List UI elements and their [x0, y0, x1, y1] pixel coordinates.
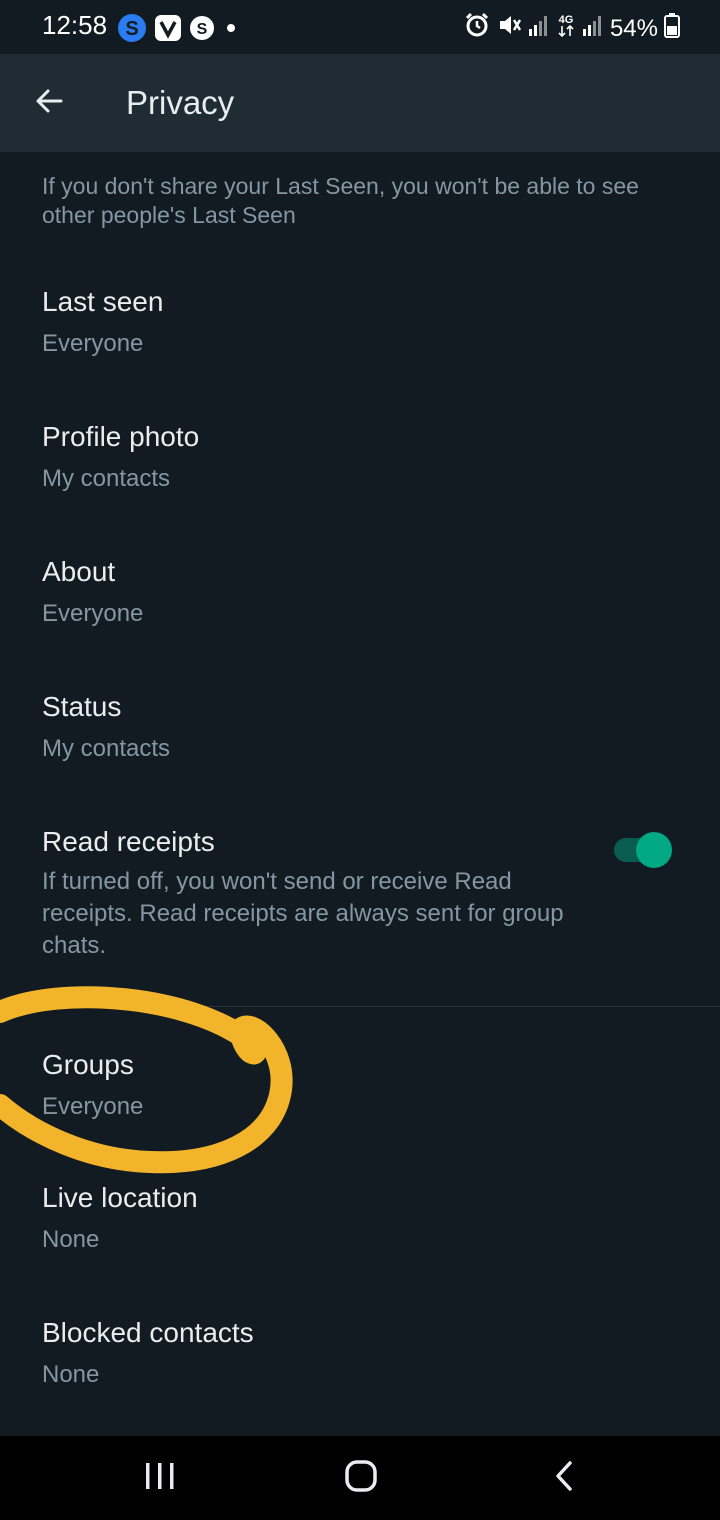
setting-value: My contacts — [42, 735, 171, 762]
4g-icon: 4G — [556, 12, 576, 45]
svg-text:S: S — [197, 21, 208, 38]
setting-about[interactable]: About Everyone — [0, 522, 720, 657]
setting-label: Live location — [42, 1182, 198, 1213]
v-app-icon — [154, 14, 182, 47]
setting-live-location[interactable]: Live location None — [0, 1140, 720, 1275]
toggle-thumb — [636, 832, 672, 868]
status-icons-right: 4G 54% — [464, 12, 680, 45]
status-time: 12:58 — [42, 10, 108, 40]
setting-value: Everyone — [42, 330, 144, 357]
svg-text:4G: 4G — [559, 14, 574, 26]
setting-label: Status — [42, 691, 122, 722]
setting-value: My contacts — [42, 465, 171, 492]
setting-blocked-contacts[interactable]: Blocked contacts None — [0, 1275, 720, 1410]
setting-label: Blocked contacts — [42, 1317, 254, 1348]
alarm-icon — [464, 12, 490, 45]
back-nav-button[interactable] — [534, 1456, 594, 1500]
setting-label: Read receipts — [42, 826, 215, 857]
battery-percent: 54% — [609, 14, 658, 42]
recents-icon — [143, 1460, 177, 1497]
page-title: Privacy — [126, 84, 235, 121]
back-button[interactable] — [24, 78, 74, 128]
app-bar: Privacy — [0, 54, 720, 152]
arrow-left-icon — [33, 85, 65, 122]
setting-value: Everyone — [42, 1093, 144, 1120]
dot-icon — [222, 19, 240, 42]
scrolled-text-remnant — [230, 152, 270, 155]
recents-button[interactable] — [130, 1456, 190, 1500]
setting-read-receipts[interactable]: Read receipts If turned off, you won't s… — [0, 792, 720, 1006]
mute-icon — [496, 12, 522, 45]
skype-icon: S — [116, 12, 148, 49]
setting-label: Last seen — [42, 286, 164, 317]
system-navigation-bar — [0, 1436, 720, 1520]
setting-value: None — [42, 1226, 100, 1253]
setting-profile-photo[interactable]: Profile photo My contacts — [0, 387, 720, 522]
last-seen-note: If you don't share your Last Seen, you w… — [42, 173, 639, 228]
setting-label: About — [42, 556, 116, 587]
setting-groups[interactable]: Groups Everyone — [0, 1007, 720, 1140]
setting-description: If turned off, you won't send or receive… — [42, 868, 564, 959]
status-bar: 12:58 S S 4G 54% — [0, 0, 720, 54]
read-receipts-toggle[interactable] — [614, 832, 672, 868]
setting-label: Profile photo — [42, 421, 200, 452]
status-icons-left: S S — [116, 12, 240, 49]
privacy-settings-list[interactable]: If you don't share your Last Seen, you w… — [0, 152, 720, 1436]
home-icon — [343, 1458, 379, 1499]
home-button[interactable] — [331, 1456, 391, 1500]
setting-status[interactable]: Status My contacts — [0, 657, 720, 792]
s-app-icon: S — [188, 14, 216, 47]
setting-value: None — [42, 1361, 100, 1388]
signal-icon — [582, 13, 604, 44]
back-nav-icon — [551, 1459, 577, 1498]
setting-label: Groups — [42, 1049, 134, 1080]
setting-value: Everyone — [42, 600, 144, 627]
setting-last-seen[interactable]: Last seen Everyone — [0, 252, 720, 387]
svg-text:S: S — [125, 18, 138, 40]
battery-icon — [664, 12, 680, 45]
signal-icon — [528, 13, 550, 44]
